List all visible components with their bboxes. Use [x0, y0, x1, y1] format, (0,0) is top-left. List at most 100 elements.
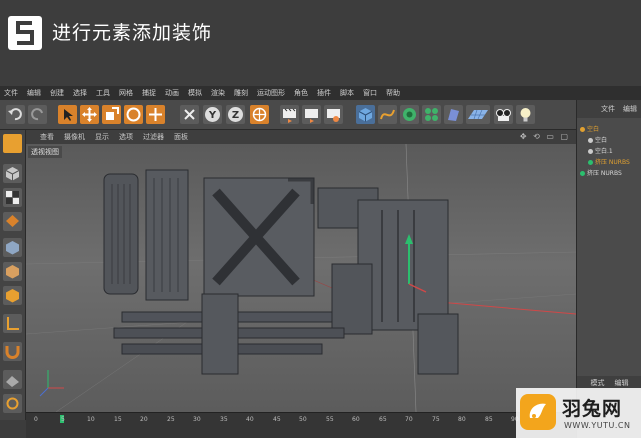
timeline-tick: 60	[352, 416, 360, 423]
timeline-tick: 35	[220, 416, 228, 423]
screenshot-root: 进行元素添加装饰 文件 编辑 创建 选择 工具 网格 捕捉 动画 模拟 渲染 雕…	[0, 0, 641, 438]
timeline-tick: 15	[114, 416, 122, 423]
rotate-icon[interactable]	[124, 105, 143, 124]
lock-workplane-icon[interactable]	[3, 394, 22, 413]
timeline-tick: 45	[273, 416, 281, 423]
camera-icon[interactable]	[494, 105, 513, 124]
render-view-icon[interactable]	[302, 105, 321, 124]
points-mode-icon[interactable]	[3, 238, 22, 257]
tree-item-extrude-nurbs[interactable]: 挤压 NURBS	[580, 168, 622, 177]
yutu-watermark: 羽兔网 WWW.YUTU.CN	[516, 388, 641, 438]
timeline-tick: 30	[193, 416, 201, 423]
viewport-scene	[26, 144, 576, 412]
timeline-tick: 55	[326, 416, 334, 423]
menu-select[interactable]: 选择	[73, 88, 87, 98]
undo-icon[interactable]	[6, 105, 25, 124]
viewport-menu-panel[interactable]: 面板	[174, 132, 188, 142]
menu-animate[interactable]: 动画	[165, 88, 179, 98]
y-axis-label: Y	[208, 110, 217, 121]
floor-icon[interactable]	[466, 105, 490, 124]
timeline-tick: 20	[140, 416, 148, 423]
attr-tab-edit[interactable]: 编辑	[615, 378, 629, 388]
viewport-menu: 查看 摄像机 显示 选项 过滤器 面板 ✥ ⟲ ▭ ▢	[26, 130, 576, 144]
world-icon[interactable]	[250, 105, 269, 124]
menu-script[interactable]: 脚本	[340, 88, 354, 98]
z-axis-icon[interactable]: Z	[226, 105, 245, 124]
deformer-icon[interactable]	[444, 105, 463, 124]
model-mode-icon[interactable]	[3, 164, 22, 183]
viewport-menu-display[interactable]: 显示	[95, 132, 109, 142]
object-manager-tabs: 文件 编辑	[577, 100, 641, 118]
timeline-tick: 5	[61, 416, 65, 423]
magnet-icon[interactable]	[3, 342, 22, 361]
menu-window[interactable]: 窗口	[363, 88, 377, 98]
menu-bar: 文件 编辑 创建 选择 工具 网格 捕捉 动画 模拟 渲染 雕刻 运动图形 角色…	[0, 86, 641, 100]
menu-tools[interactable]: 工具	[96, 88, 110, 98]
extrude-nurbs-icon	[580, 171, 585, 176]
null-icon	[580, 127, 585, 132]
light-bulb-icon[interactable]	[3, 134, 22, 153]
viewport-nav-icons[interactable]: ✥ ⟲ ▭ ▢	[520, 132, 570, 141]
timeline-tick: 10	[87, 416, 95, 423]
x-lock-icon[interactable]	[180, 105, 199, 124]
perspective-viewport[interactable]: 透视视图	[26, 144, 576, 412]
timeline-tick: 65	[379, 416, 387, 423]
axis-mode-icon[interactable]	[3, 314, 22, 333]
tree-item-null-child[interactable]: 空白	[588, 135, 607, 144]
rabbit-logo-icon	[520, 394, 556, 430]
menu-file[interactable]: 文件	[4, 88, 18, 98]
watermark-name: 羽兔网	[562, 398, 623, 420]
left-toolbar	[0, 130, 26, 420]
timeline[interactable]: 0 5 10 15 20 25 30 35 40 45 50 55 60 65 …	[26, 412, 576, 438]
menu-edit[interactable]: 编辑	[27, 88, 41, 98]
tree-item-null-1[interactable]: 空白.1	[588, 146, 613, 155]
menu-render[interactable]: 渲染	[211, 88, 225, 98]
main-toolbar: Y Z	[0, 100, 576, 130]
tree-item-extrude-nurbs-child[interactable]: 挤压 NURBS	[588, 157, 630, 166]
checker-icon[interactable]	[3, 188, 22, 207]
viewport-menu-view[interactable]: 查看	[40, 132, 54, 142]
y-axis-icon[interactable]: Y	[203, 105, 222, 124]
timeline-tick: 50	[299, 416, 307, 423]
menu-create[interactable]: 创建	[50, 88, 64, 98]
viewport-label: 透视视图	[28, 146, 62, 158]
viewport-menu-camera[interactable]: 摄像机	[64, 132, 85, 142]
timeline-tick: 0	[34, 416, 38, 423]
edges-mode-icon[interactable]	[3, 262, 22, 281]
pen-spline-icon[interactable]	[378, 105, 397, 124]
viewport-menu-options[interactable]: 选项	[119, 132, 133, 142]
render-settings-icon[interactable]	[324, 105, 343, 124]
menu-mograph[interactable]: 运动图形	[257, 88, 285, 98]
cursor-icon[interactable]	[58, 105, 77, 124]
object-tab-file[interactable]: 文件	[601, 104, 615, 114]
subdivide-icon[interactable]	[400, 105, 419, 124]
extruded-text-model	[103, 169, 459, 375]
plus-icon[interactable]	[146, 105, 165, 124]
menu-mesh[interactable]: 网格	[119, 88, 133, 98]
light-icon[interactable]	[516, 105, 535, 124]
s-logo-icon	[8, 16, 42, 50]
scale-icon[interactable]	[102, 105, 121, 124]
attr-tab-mode[interactable]: 模式	[591, 378, 605, 388]
texture-icon[interactable]	[3, 212, 22, 231]
axis-indicator	[39, 370, 64, 397]
polygons-mode-icon[interactable]	[3, 286, 22, 305]
cloner-icon[interactable]	[422, 105, 441, 124]
menu-snap[interactable]: 捕捉	[142, 88, 156, 98]
grid-snap-icon[interactable]	[3, 370, 22, 389]
tree-item-null[interactable]: 空白	[580, 124, 599, 133]
menu-help[interactable]: 帮助	[386, 88, 400, 98]
menu-character[interactable]: 角色	[294, 88, 308, 98]
menu-plugins[interactable]: 插件	[317, 88, 331, 98]
z-axis-label: Z	[232, 110, 239, 121]
watermark-url: WWW.YUTU.CN	[564, 421, 631, 430]
object-tab-edit[interactable]: 编辑	[623, 104, 637, 114]
redo-icon[interactable]	[28, 105, 47, 124]
viewport-menu-filter[interactable]: 过滤器	[143, 132, 164, 142]
menu-simulate[interactable]: 模拟	[188, 88, 202, 98]
move-icon[interactable]	[80, 105, 99, 124]
cube-icon[interactable]	[356, 105, 375, 124]
render-region-icon[interactable]	[280, 105, 299, 124]
null-icon	[588, 138, 593, 143]
menu-sculpt[interactable]: 雕刻	[234, 88, 248, 98]
